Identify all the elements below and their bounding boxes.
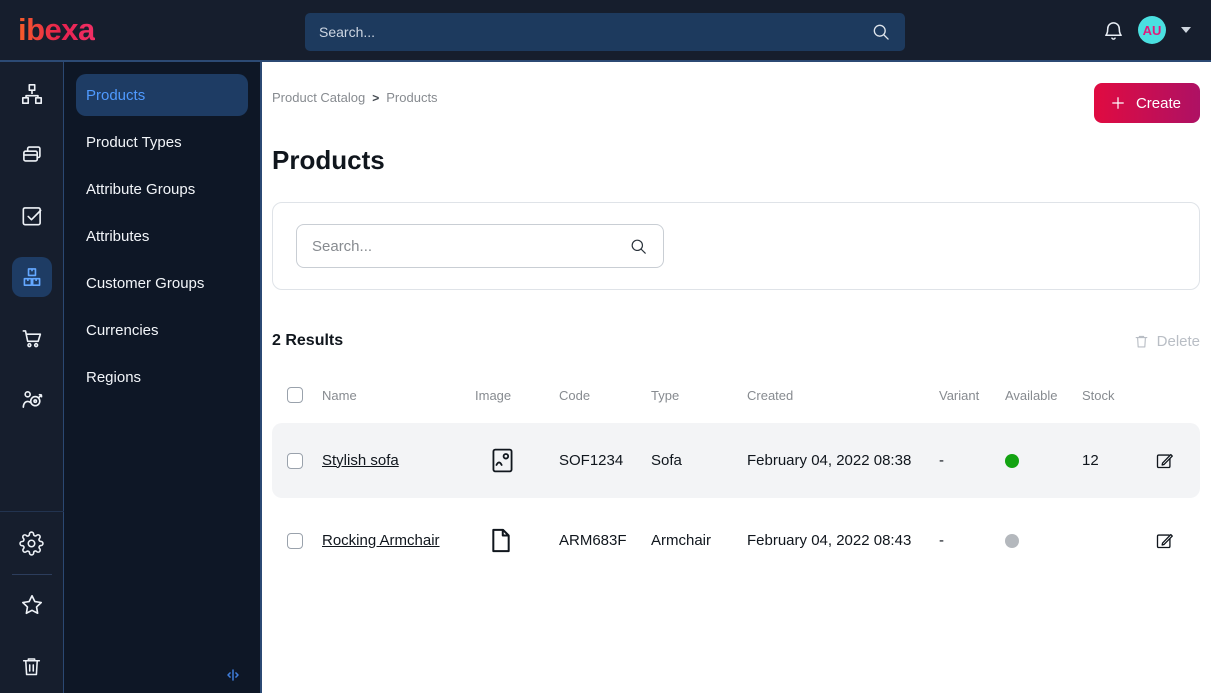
sidebar-item-customer-groups[interactable]: Customer Groups xyxy=(76,262,248,304)
product-type: Armchair xyxy=(651,532,712,549)
pages-icon xyxy=(19,142,45,168)
search-icon[interactable] xyxy=(629,237,648,256)
product-stock: 12 xyxy=(1082,452,1099,469)
product-catalog-icon xyxy=(19,264,45,290)
sidebar-item-attributes[interactable]: Attributes xyxy=(76,215,248,257)
product-created: February 04, 2022 08:38 xyxy=(747,452,912,469)
sidebar-item-currencies[interactable]: Currencies xyxy=(76,309,248,351)
collapse-sidebar-button[interactable] xyxy=(222,664,244,686)
product-variant: - xyxy=(939,532,944,549)
chevron-down-icon[interactable] xyxy=(1181,27,1191,33)
column-header-name: Name xyxy=(322,387,357,403)
rail-divider xyxy=(0,511,64,512)
breadcrumb-separator: > xyxy=(372,91,380,105)
rail-item-personalization[interactable] xyxy=(12,379,52,419)
edit-icon xyxy=(1154,450,1175,471)
rail-item-product-catalog[interactable] xyxy=(11,257,52,297)
column-header-stock: Stock xyxy=(1082,387,1115,403)
gear-icon xyxy=(19,530,44,556)
create-button[interactable]: Create xyxy=(1093,83,1200,123)
rail-item-settings[interactable] xyxy=(12,523,52,563)
table-row: Rocking Armchair ARM683F Armchair Februa… xyxy=(272,503,1200,578)
rail-item-pages[interactable] xyxy=(12,135,52,175)
product-type: Sofa xyxy=(651,452,682,469)
rail-item-tasks[interactable] xyxy=(12,196,52,236)
global-search xyxy=(305,13,905,51)
edit-icon xyxy=(1154,530,1175,551)
delete-button-label: Delete xyxy=(1156,332,1200,350)
product-link[interactable]: Stylish sofa xyxy=(322,452,399,469)
results-count: 2 Results xyxy=(272,332,344,349)
table-row: Stylish sofa SOF1234 Sofa February 04, 2… xyxy=(272,423,1200,498)
checklist-icon xyxy=(19,203,45,229)
rail-item-commerce[interactable] xyxy=(12,318,52,358)
row-checkbox[interactable] xyxy=(287,452,303,469)
avatar[interactable]: AU xyxy=(1138,16,1166,44)
column-header-code: Code xyxy=(559,387,591,403)
image-icon xyxy=(488,445,517,476)
sidebar-item-products[interactable]: Products xyxy=(76,74,248,116)
filter-card xyxy=(272,202,1200,290)
delete-button[interactable]: Delete xyxy=(1133,333,1200,350)
collapse-panel-icon xyxy=(223,665,243,685)
breadcrumb-products[interactable]: Products xyxy=(386,90,437,105)
trash-icon xyxy=(19,654,44,679)
icon-rail xyxy=(0,62,64,693)
column-header-available: Available xyxy=(1005,387,1058,403)
edit-button[interactable] xyxy=(1154,450,1200,471)
product-variant: - xyxy=(939,452,944,469)
page-title: Products xyxy=(272,145,385,175)
product-link[interactable]: Rocking Armchair xyxy=(322,532,440,549)
sidebar-item-product-types[interactable]: Product Types xyxy=(76,121,248,163)
sitemap-icon xyxy=(19,81,45,107)
star-icon xyxy=(19,592,45,618)
file-icon xyxy=(488,525,514,556)
rail-item-content-tree[interactable] xyxy=(12,74,52,114)
trash-icon xyxy=(1133,333,1150,350)
products-table: Name Image Code Type Created Variant Ava… xyxy=(272,383,1200,578)
topbar-right-group: AU xyxy=(1102,16,1191,44)
edit-button[interactable] xyxy=(1154,530,1200,551)
create-button-label: Create xyxy=(1135,94,1181,112)
top-bar: ibexa AU xyxy=(0,0,1211,62)
product-created: February 04, 2022 08:43 xyxy=(747,532,912,549)
main-content: Product Catalog > Products Create Products xyxy=(262,62,1211,693)
column-header-variant: Variant xyxy=(939,387,980,403)
table-header: Name Image Code Type Created Variant Ava… xyxy=(272,383,1200,407)
bell-icon[interactable] xyxy=(1102,19,1125,42)
select-all-checkbox[interactable] xyxy=(287,387,303,403)
app-window: ibexa AU xyxy=(0,0,1211,695)
ibexa-logo[interactable]: ibexa xyxy=(18,12,95,48)
rail-divider-short xyxy=(11,574,52,575)
plus-icon xyxy=(1109,94,1127,112)
rail-item-trash[interactable] xyxy=(12,646,52,686)
row-checkbox[interactable] xyxy=(287,532,303,549)
breadcrumb: Product Catalog > Products xyxy=(272,83,438,105)
personalization-icon xyxy=(19,386,45,412)
column-header-type: Type xyxy=(651,387,680,403)
product-code: ARM683F xyxy=(559,532,627,549)
filter-search xyxy=(296,224,664,268)
available-status-dot xyxy=(1005,533,1019,548)
filter-search-input[interactable] xyxy=(312,237,629,255)
column-header-image: Image xyxy=(475,387,512,403)
global-search-input[interactable] xyxy=(319,24,871,40)
sidebar-item-regions[interactable]: Regions xyxy=(76,356,248,398)
sidebar: Products Product Types Attribute Groups … xyxy=(64,62,262,693)
breadcrumb-product-catalog[interactable]: Product Catalog xyxy=(272,90,365,105)
available-status-dot xyxy=(1005,453,1019,468)
search-icon[interactable] xyxy=(871,22,891,42)
cart-icon xyxy=(19,325,45,351)
rail-item-bookmarks[interactable] xyxy=(12,585,52,625)
column-header-created: Created xyxy=(747,387,794,403)
product-code: SOF1234 xyxy=(559,452,624,469)
sidebar-item-attribute-groups[interactable]: Attribute Groups xyxy=(76,168,248,210)
